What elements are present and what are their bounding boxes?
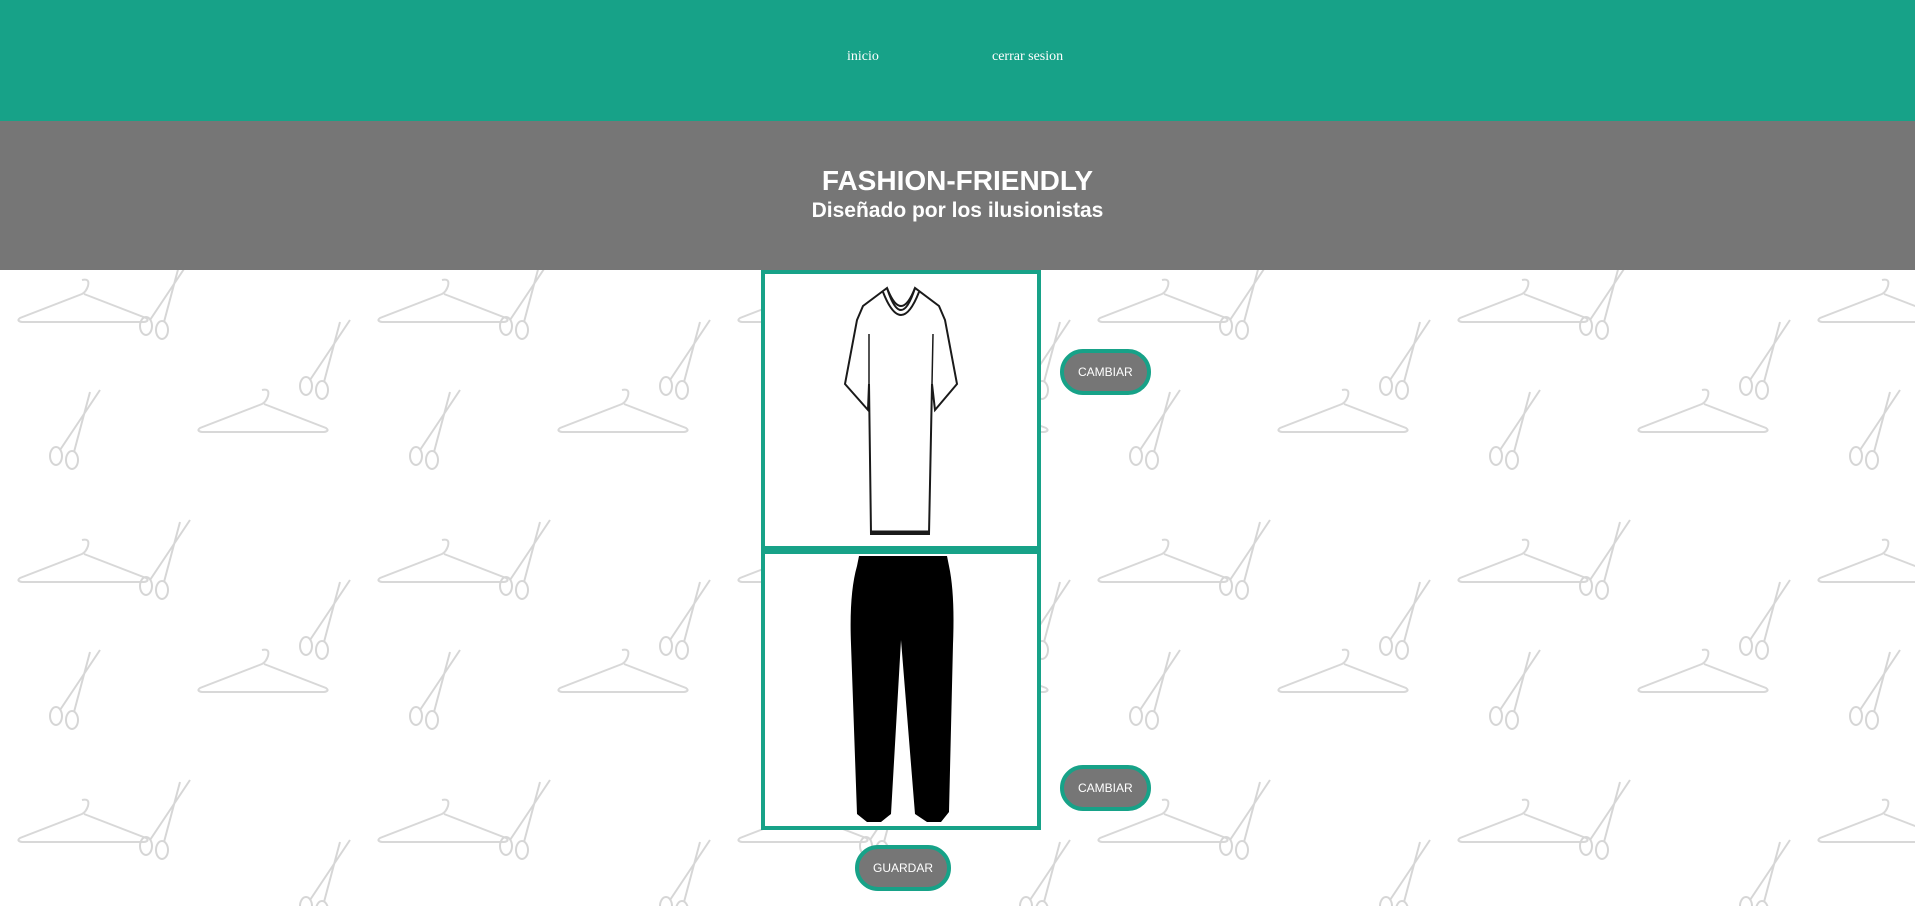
nav-link-inicio[interactable]: inicio (847, 49, 879, 65)
save-button[interactable]: GUARDAR (855, 845, 952, 891)
site-subtitle: Diseñado por los ilusionistas (811, 199, 1104, 222)
bottom-garment-frame (761, 550, 1041, 830)
change-top-button[interactable]: CAMBIAR (1060, 349, 1151, 395)
top-garment-frame (761, 270, 1041, 550)
pants-icon (850, 556, 954, 822)
top-navigation-bar: inicio cerrar sesion (0, 0, 1915, 121)
nav-link-cerrar-sesion[interactable]: cerrar sesion (992, 49, 1063, 65)
tshirt-icon (843, 286, 959, 535)
change-bottom-button[interactable]: CAMBIAR (1060, 765, 1151, 811)
header-banner: FASHION-FRIENDLY Diseñado por los ilusio… (0, 121, 1915, 270)
site-title: FASHION-FRIENDLY (821, 165, 1094, 196)
